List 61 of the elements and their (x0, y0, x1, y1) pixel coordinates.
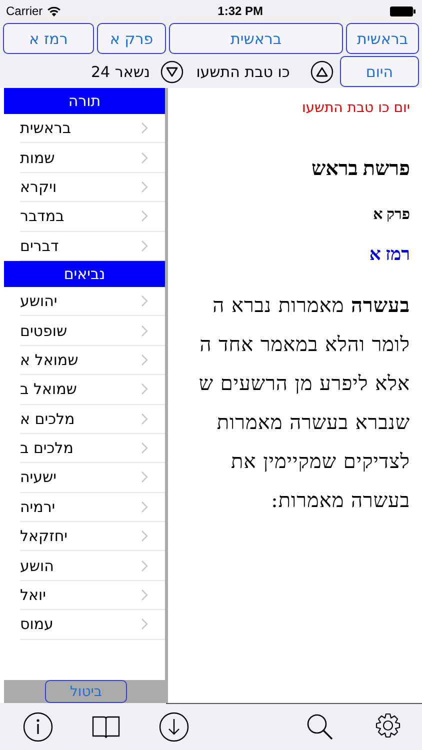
up-triangle-button[interactable] (310, 60, 334, 84)
nav-button[interactable]: בראשית (346, 23, 419, 54)
section-header: נביאים (4, 260, 165, 287)
book-list-item[interactable]: הושע (20, 551, 165, 581)
carrier-label: Carrier (6, 4, 43, 18)
chevron-icon (141, 589, 148, 602)
chevron-icon (141, 530, 148, 542)
chapter-heading: פרק א (373, 207, 410, 224)
remaining-count: נשאר 24 (90, 62, 151, 80)
clock-time: 1:32 PM (218, 4, 264, 18)
book-list-item[interactable]: מלכים א (20, 404, 165, 434)
battery-icon (390, 6, 416, 16)
text-line: אלא ליפרע מן הרשעים ש (198, 371, 410, 395)
text-line: לומר והלא במאמר אחד ה (200, 332, 410, 356)
chevron-icon (141, 383, 148, 396)
hebrew-date: כו טבת התשעו (195, 62, 291, 80)
chevron-icon (141, 354, 148, 366)
book-list-item[interactable]: שמות (20, 143, 165, 173)
portion-title: פרשת בראש (311, 158, 410, 181)
book-list-item[interactable]: עמוס (20, 610, 165, 640)
chevron-icon (141, 152, 148, 164)
text-line: לצדיקים שמקיימין את (231, 449, 410, 473)
book-list-item[interactable]: בראשית (20, 114, 165, 144)
book-list-item[interactable]: שמואל א (20, 346, 165, 376)
nav-button[interactable]: בראשית (169, 23, 343, 54)
chevron-icon (141, 295, 148, 308)
book-list-item[interactable]: מלכים ב (20, 434, 165, 464)
chevron-icon (141, 442, 148, 454)
info-icon[interactable] (23, 712, 53, 742)
text-line: בעשרה מאמרות: (271, 488, 410, 512)
chevron-icon (141, 471, 148, 484)
search-icon[interactable] (305, 712, 335, 742)
chevron-icon (141, 210, 148, 222)
today-button[interactable]: היום (340, 56, 419, 87)
book-list-item[interactable]: במדבר (20, 202, 165, 232)
chevron-icon (141, 122, 148, 134)
section-heading: רמז א (369, 244, 410, 265)
text-line: בעשרה מאמרות נברא ה (212, 293, 410, 317)
text-line: שנברא בעשרה מאמרות (216, 410, 410, 434)
book-list-item[interactable]: שמואל ב (20, 375, 165, 405)
down-triangle-button[interactable] (160, 60, 184, 84)
book-list-item[interactable]: שופטים (20, 316, 165, 346)
chevron-icon (141, 240, 148, 252)
book-list-item[interactable]: ירמיה (20, 492, 165, 522)
chevron-icon (141, 500, 148, 513)
book-list-item[interactable]: יחזקאל (20, 522, 165, 552)
date-heading: יום כו טבת התשעו (302, 100, 410, 116)
nav-button[interactable]: רמז א (3, 23, 94, 54)
download-icon[interactable] (159, 712, 189, 742)
book-list-item[interactable]: יהושע (20, 286, 165, 316)
section-header: תורה (4, 88, 165, 114)
book-list-item[interactable]: ישעיה (20, 463, 165, 493)
chevron-icon (141, 412, 148, 425)
book-list-item[interactable]: יואל (20, 580, 165, 610)
nav-button[interactable]: פרק א (97, 23, 166, 54)
chevron-icon (141, 180, 148, 193)
chevron-icon (141, 618, 148, 630)
chevron-icon (141, 560, 148, 572)
wifi-icon (46, 6, 61, 16)
chevron-icon (141, 324, 148, 337)
book-list-item[interactable]: ויקרא (20, 172, 165, 202)
